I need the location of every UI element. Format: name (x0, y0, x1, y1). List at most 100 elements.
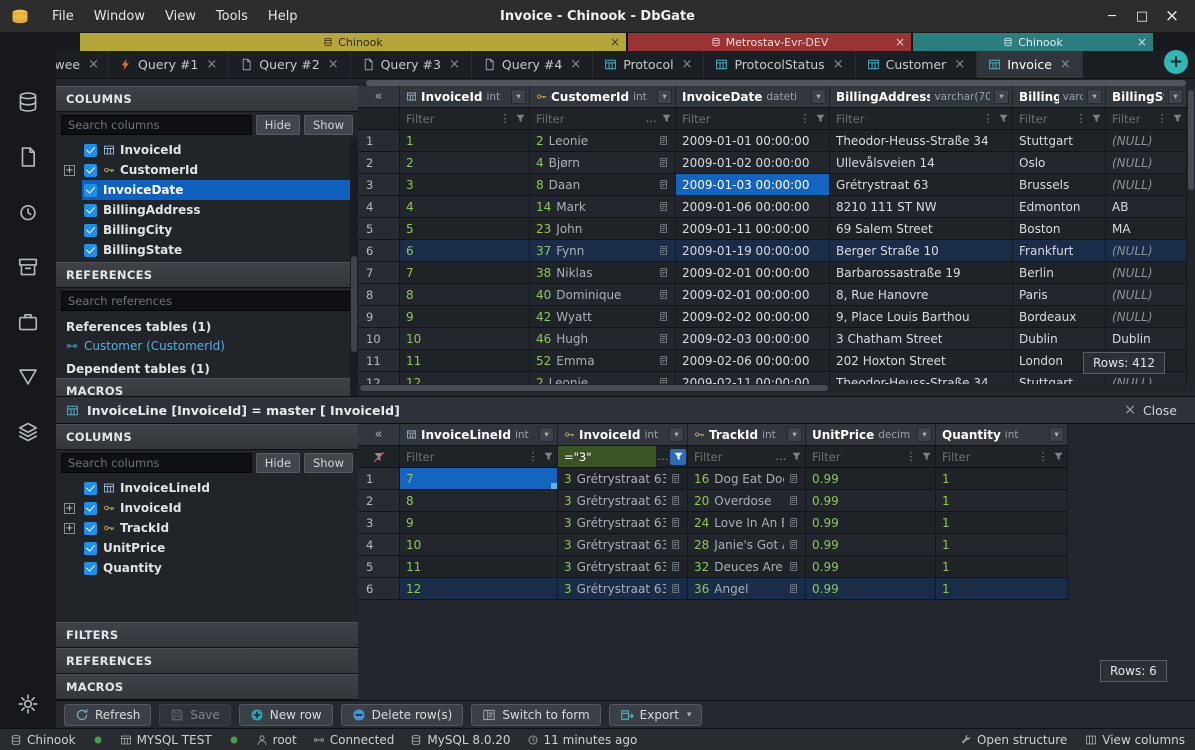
cell-billingaddress[interactable]: Berger Straße 10 (830, 240, 1013, 262)
filter-funnel-icon[interactable] (995, 113, 1011, 124)
column-item-billingaddress[interactable]: BillingAddress (56, 200, 358, 220)
collapse-grid-button[interactable]: « (358, 86, 400, 108)
cell-invoiceid[interactable]: 4 (400, 196, 530, 218)
open-reference-icon[interactable] (784, 583, 799, 594)
column-header-billingaddress[interactable]: BillingAddressvarchar(70▾ (830, 86, 1013, 108)
open-reference-icon[interactable] (666, 495, 681, 506)
cell-invoiceid[interactable]: 3Grétrystraat 63 (558, 556, 688, 578)
cell-billingstate[interactable]: (NULL) (1106, 284, 1187, 306)
cell-billingcity[interactable]: Bordeaux (1013, 306, 1106, 328)
clear-filters-icon[interactable] (373, 451, 385, 463)
menu-window[interactable]: Window (84, 7, 155, 26)
tab-protocolstatus[interactable]: ProtocolStatus× (704, 51, 855, 78)
row-number[interactable]: 6 (358, 578, 400, 600)
cell-invoicedate[interactable]: 2009-01-03 00:00:00 (676, 174, 830, 196)
row-number[interactable]: 4 (358, 196, 400, 218)
close-tab-icon[interactable]: × (682, 57, 693, 72)
status-view-columns[interactable]: View columns (1085, 733, 1185, 747)
filter-funnel-icon[interactable] (1169, 113, 1185, 124)
cell-invoicedate[interactable]: 2009-02-11 00:00:00 (676, 372, 830, 384)
cell-billingcity[interactable]: Oslo (1013, 152, 1106, 174)
search-references-input[interactable] (61, 291, 353, 311)
sidebar-triangle-button[interactable] (17, 366, 39, 391)
cell-billingstate[interactable]: (NULL) (1106, 130, 1187, 152)
cell-invoiceid[interactable]: 3Grétrystraat 63 (558, 512, 688, 534)
cell-invoicelineid[interactable]: 7 (400, 468, 558, 490)
close-tab-icon[interactable]: × (833, 57, 844, 72)
column-header-invoicelineid[interactable]: InvoiceLineIdint▾ (400, 424, 558, 446)
column-header-invoiceid[interactable]: InvoiceIdint▾ (558, 424, 688, 446)
column-item-invoiceid[interactable]: +InvoiceId (56, 498, 358, 518)
sidebar-archive-button[interactable] (17, 256, 39, 281)
cell-billingaddress[interactable]: Theodor-Heuss-Straße 34 (830, 372, 1013, 384)
close-tab-icon[interactable]: × (206, 57, 217, 72)
column-item-quantity[interactable]: Quantity (56, 558, 358, 578)
filter-menu-button[interactable]: … (656, 450, 670, 463)
status-connected[interactable]: Connected (313, 733, 395, 747)
cell-billingcity[interactable]: Boston (1013, 218, 1106, 240)
cell-billingaddress[interactable]: 202 Hoxton Street (830, 350, 1013, 372)
cell-invoiceid[interactable]: 10 (400, 328, 530, 350)
filter-funnel-icon[interactable] (658, 113, 674, 124)
sidebar-history-button[interactable] (17, 201, 39, 226)
cell-billingcity[interactable]: Edmonton (1013, 196, 1106, 218)
macros-section-header[interactable]: MACROS (56, 378, 358, 396)
filter-menu-button[interactable]: ⋮ (904, 450, 918, 463)
cell-customerid[interactable]: 2Leonie (530, 130, 676, 152)
cell-customerid[interactable]: 23John (530, 218, 676, 240)
filters-section-header[interactable]: FILTERS (56, 622, 358, 648)
cell-billingaddress[interactable]: 69 Salem Street (830, 218, 1013, 240)
cell-billingstate[interactable]: Dublin (1106, 328, 1187, 350)
cell-invoicedate[interactable]: 2009-02-01 00:00:00 (676, 262, 830, 284)
new-row-button[interactable]: New row (239, 704, 333, 726)
cell-billingcity[interactable]: Dublin (1013, 328, 1106, 350)
cell-invoiceid[interactable]: 6 (400, 240, 530, 262)
column-checkbox[interactable] (84, 204, 97, 217)
cell-invoicelineid[interactable]: 10 (400, 534, 558, 556)
cell-customerid[interactable]: 4Bjørn (530, 152, 676, 174)
filter-funnel-icon[interactable] (670, 449, 686, 465)
cell-trackid[interactable]: 20Overdose (688, 490, 806, 512)
panel-scrollbar-thumb[interactable] (351, 256, 357, 352)
column-menu-button[interactable]: ▾ (994, 89, 1009, 104)
column-menu-button[interactable]: ▾ (811, 89, 826, 104)
close-tab-icon[interactable]: × (1137, 35, 1147, 49)
cell-customerid[interactable]: 40Dominique (530, 284, 676, 306)
cell-billingstate[interactable]: AB (1106, 196, 1187, 218)
column-checkbox[interactable] (84, 482, 97, 495)
row-number[interactable]: 2 (358, 490, 400, 512)
panel-scrollbar[interactable] (350, 138, 358, 396)
cell-invoiceid[interactable]: 3Grétrystraat 63 (558, 468, 688, 490)
column-header-customerid[interactable]: CustomerIdint▾ (530, 86, 676, 108)
cell-unitprice[interactable]: 0.99 (806, 512, 936, 534)
filter-menu-button[interactable]: ⋮ (1036, 450, 1050, 463)
row-number[interactable]: 1 (358, 468, 400, 490)
cell-customerid[interactable]: 38Niklas (530, 262, 676, 284)
cell-billingstate[interactable]: MA (1106, 218, 1187, 240)
column-checkbox[interactable] (84, 224, 97, 237)
grid-horizontal-scrollbar[interactable] (358, 384, 1187, 392)
export-button[interactable]: Export▾ (609, 704, 703, 726)
cell-invoicedate[interactable]: 2009-02-06 00:00:00 (676, 350, 830, 372)
expand-icon[interactable]: + (64, 523, 75, 534)
filter-funnel-icon[interactable] (918, 451, 934, 462)
filter-input-invoicedate[interactable]: Filter⋮ (676, 108, 830, 130)
row-number[interactable]: 5 (358, 556, 400, 578)
open-reference-icon[interactable] (784, 517, 799, 528)
cell-quantity[interactable]: 1 (936, 556, 1068, 578)
cell-invoicedate[interactable]: 2009-01-02 00:00:00 (676, 152, 830, 174)
expand-icon[interactable]: + (64, 165, 75, 176)
cell-trackid[interactable]: 32Deuces Are (688, 556, 806, 578)
cell-invoiceid[interactable]: 11 (400, 350, 530, 372)
filter-menu-button[interactable]: ⋮ (1074, 112, 1088, 125)
column-menu-button[interactable]: ▾ (1049, 427, 1064, 442)
grid-horizontal-scrollbar-thumb[interactable] (360, 385, 828, 391)
close-tab-icon[interactable]: × (1060, 57, 1071, 72)
cell-customerid[interactable]: 46Hugh (530, 328, 676, 350)
filter-input-invoiceid[interactable]: Filter⋮ (400, 108, 530, 130)
column-item-billingcity[interactable]: BillingCity (56, 220, 358, 240)
cell-quantity[interactable]: 1 (936, 512, 1068, 534)
open-reference-icon[interactable] (666, 583, 681, 594)
cell-invoicelineid[interactable]: 11 (400, 556, 558, 578)
connection-tab-metrostav-evr-dev-2[interactable]: Metrostav-Evr-DEV× (628, 33, 913, 51)
